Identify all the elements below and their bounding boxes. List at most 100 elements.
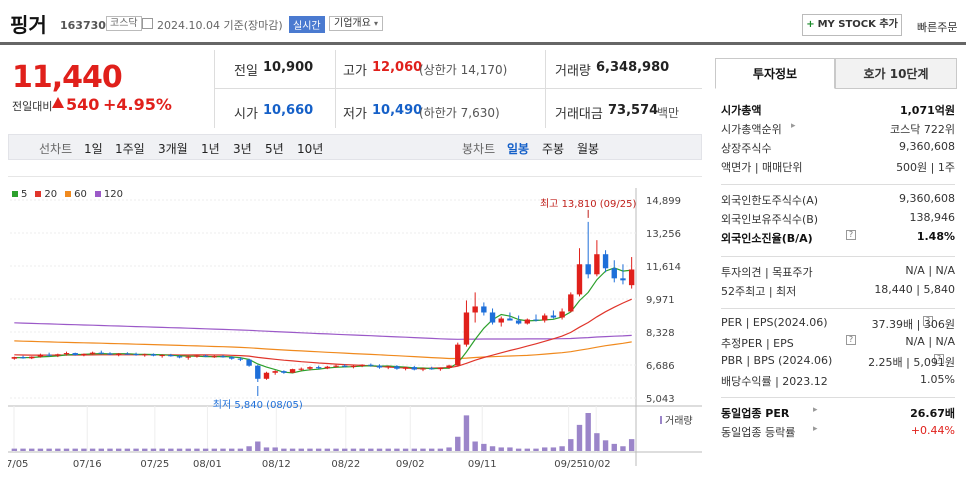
x-tick-label: 08/12 [262,459,291,470]
candle-body [350,365,357,367]
volume-bar [481,443,487,451]
chevron-right-icon[interactable]: ▸ [813,424,818,434]
stock-header: 핑거 163730 코스닥 2024.10.04 기준(장마감) 실시간 기업개… [0,0,974,45]
market-badge: 코스닥 [106,16,142,31]
candle-body [46,354,52,356]
candle-body [98,352,104,354]
help-icon[interactable]: ? [846,230,856,240]
volume-bar [411,448,417,451]
realtime-button[interactable]: 실시간 [289,16,325,33]
info-label: 외국인보유주식수(B) [721,213,819,226]
volume-bar [229,448,235,451]
candle-body [428,368,435,370]
volume-bar [385,448,391,451]
candle-body [481,306,487,313]
volume-bar [211,448,218,451]
volume-bar [402,448,409,451]
candle-body [568,294,574,312]
candle-body [55,354,61,356]
period-3m[interactable]: 3개월 [158,140,188,157]
info-row: 시가총액 1,071억원 [721,100,955,118]
change-amount: 540 [66,95,100,114]
volume-bar [350,448,357,451]
candle-body [333,365,339,367]
candle-body [420,368,426,370]
help-icon[interactable]: ? [846,335,856,345]
plus-icon: + [806,19,815,30]
candle-body [220,356,226,358]
volume-bar [263,447,270,451]
price-chart[interactable]: 5 20 60 120 14,899 13,256 11,614 9,971 8,328 6,6… [8,176,702,484]
volume-bar [133,448,139,451]
candle-body [81,353,87,356]
volume-bar [602,440,609,451]
info-row: 외국인보유주식수(B) 138,946 [721,209,955,227]
open-value: 10,660 [263,103,314,118]
period-1w[interactable]: 1주일 [115,140,145,157]
chevron-right-icon[interactable]: ▸ [791,121,796,131]
x-tick-label: 09/11 [468,459,497,470]
volume-bar [342,448,348,451]
change-percent: +4.95% [103,95,172,114]
volume-bar [150,448,157,451]
candle-body [472,306,478,313]
volume-bar [194,448,200,451]
mystock-add-button[interactable]: + MY STOCK 추가 [802,14,902,36]
section-divider [721,256,955,257]
invest-info-panel: 투자정보 호가 10단계 시가총액 1,071억원 시가총액순위 ▸ 코스닥 722위 상… [715,58,957,484]
period-3y[interactable]: 3년 [233,140,252,157]
volume-bar [115,448,122,451]
period-5y[interactable]: 5년 [265,140,284,157]
period-1y[interactable]: 1년 [201,140,220,157]
volume-label: 거래량 [555,64,591,79]
quick-order-link[interactable]: 빠른주문 [917,19,957,35]
tab-order-book[interactable]: 호가 10단계 [835,58,957,89]
section-divider [721,184,955,185]
divider [214,50,215,128]
candle-body [446,365,452,368]
candle-body [550,315,557,318]
period-daily[interactable]: 일봉 [507,140,529,157]
candle-body [159,355,165,357]
candle-body [246,359,252,366]
info-value: 18,440 | 5,840 [874,283,955,296]
period-1d[interactable]: 1일 [84,140,103,157]
volume-bar [37,448,44,451]
volume-bar [550,447,557,451]
candle-body [229,357,235,359]
candle-body [11,357,18,359]
period-monthly[interactable]: 월봉 [577,140,599,157]
tab-invest-info[interactable]: 투자정보 [715,58,835,89]
candle-body [542,315,548,321]
volume-bar [333,448,339,451]
candle-body [559,311,565,318]
candle-body [611,268,617,279]
mystock-label: MY STOCK 추가 [817,19,898,30]
volume-bar [533,448,539,451]
candle-body [142,354,148,356]
volume-bar [281,448,287,451]
chevron-right-icon[interactable]: ▸ [813,405,818,415]
volume-bar [11,448,18,451]
info-row: 52주최고 | 최저 18,440 | 5,840 [721,281,955,299]
amount-unit: 백만 [657,106,680,120]
candle-body [585,264,591,275]
candle-body [202,355,209,357]
volume-bar [576,424,583,451]
period-weekly[interactable]: 주봉 [542,140,564,157]
y-tick-label: 9,971 [646,295,675,306]
info-value: N/A | N/A [905,335,955,348]
candle-body [515,320,522,324]
info-row: 동일업종 등락률 ▸ +0.44% [721,422,955,440]
info-row: 동일업종 PER ▸ 26.67배 [721,403,955,421]
candle-body [107,353,113,355]
volume-bar [428,448,435,451]
corp-info-dropdown[interactable]: 기업개요 ▾ [329,16,384,31]
candle-body [368,364,374,366]
volume-bar [585,413,591,451]
divider [545,50,546,128]
volume-bar [394,448,400,451]
period-10y[interactable]: 10년 [297,140,323,157]
y-tick-label: 11,614 [646,262,681,273]
volume-bar [72,448,78,451]
